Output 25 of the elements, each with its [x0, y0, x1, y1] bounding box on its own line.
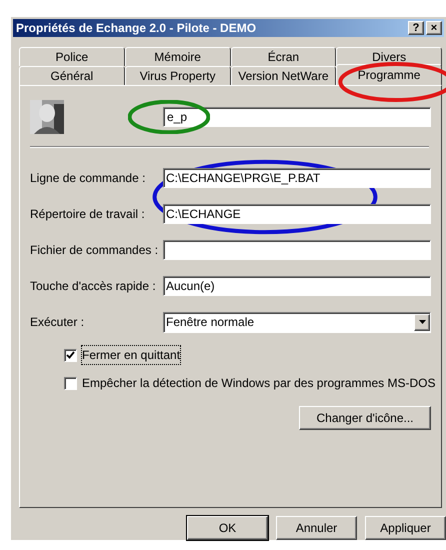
window-title: Propriétés de Echange 2.0 - Pilote - DEMO [16, 20, 258, 38]
tab[interactable]: Mémoire [124, 47, 230, 66]
close-button[interactable]: × [426, 21, 442, 36]
field-label: Ligne de commande : [30, 170, 146, 188]
tab[interactable]: Écran [230, 47, 336, 66]
tab[interactable]: Virus Property [124, 66, 230, 86]
tab[interactable]: Général [19, 66, 125, 86]
field-label: Touche d'accès rapide : [30, 278, 157, 296]
tab[interactable]: Version NetWare [230, 66, 336, 86]
input-field[interactable]: C:\ECHANGE\PRG\E_P.BAT [162, 168, 431, 188]
field-label: Fichier de commandes : [30, 242, 160, 260]
checkbox-label: Fermer en quittant [82, 346, 180, 364]
input-field[interactable]: C:\ECHANGE [162, 204, 431, 224]
name-field[interactable]: e_p [162, 107, 431, 128]
field-label: Exécuter : [30, 314, 86, 332]
field-label: Répertoire de travail : [30, 206, 146, 224]
checkbox-label: Empêcher la détection de Windows par des programmes MS-DOS [82, 375, 436, 392]
change-icon-button[interactable]: Changer d'icône... [299, 406, 431, 430]
input-field[interactable]: Aucun(e) [162, 276, 431, 296]
tab[interactable]: Police [19, 47, 125, 66]
dialog-button[interactable]: Annuler [276, 516, 357, 540]
dialog-button[interactable]: OK [187, 516, 268, 540]
dropdown[interactable]: Fenêtre normale [163, 312, 431, 333]
help-button[interactable]: ? [408, 21, 424, 36]
dialog-button[interactable]: Appliquer [365, 516, 446, 540]
